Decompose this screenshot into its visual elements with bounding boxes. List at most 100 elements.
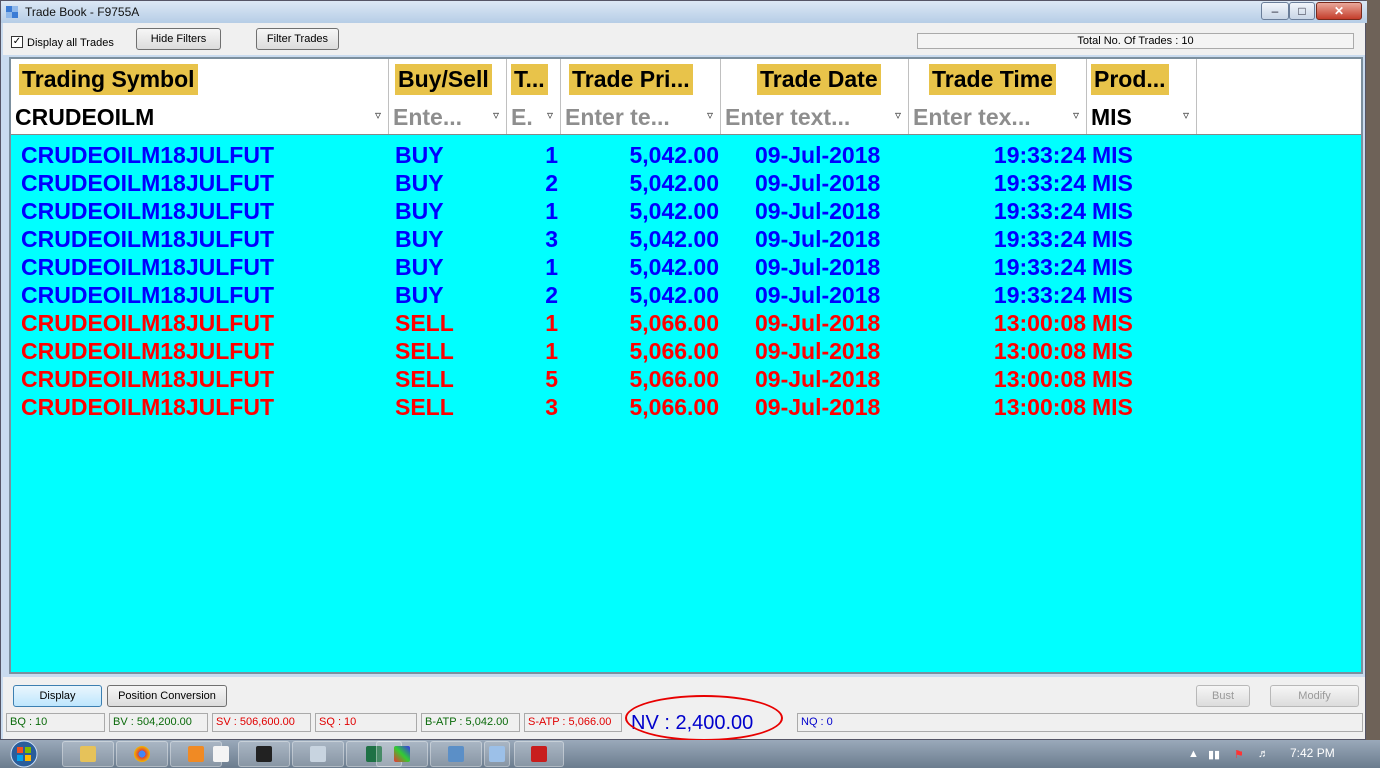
taskbar-chrome[interactable] [116, 741, 168, 767]
show-hidden-icon[interactable]: ▲ [1188, 748, 1199, 760]
taskbar-paint[interactable] [376, 741, 428, 767]
volume-icon[interactable]: ♬ [1258, 748, 1269, 760]
modify-button[interactable]: Modify [1270, 685, 1359, 707]
pdf-icon [531, 746, 547, 762]
display-button[interactable]: Display [13, 685, 102, 707]
column-header-trade-qty[interactable]: T... [507, 59, 561, 99]
taskbar-pdf[interactable] [514, 741, 564, 767]
title-bar[interactable]: Trade Book - F9755A – □ ✕ [1, 1, 1367, 23]
trading-symbol-cell: CRUDEOILM18JULFUT [21, 170, 275, 196]
table-row[interactable]: CRUDEOILM18JULFUT SELL 3 5,066.00 09-Jul-201… [11, 393, 1361, 421]
table-row[interactable]: CRUDEOILM18JULFUT BUY 2 5,042.00 09-Jul-2018… [11, 281, 1361, 309]
table-row[interactable]: CRUDEOILM18JULFUT BUY 1 5,042.00 09-Jul-2018… [11, 197, 1361, 225]
table-row[interactable]: CRUDEOILM18JULFUT SELL 1 5,066.00 09-Jul-201… [11, 309, 1361, 337]
table-row[interactable]: CRUDEOILM18JULFUT BUY 2 5,042.00 09-Jul-2018… [11, 169, 1361, 197]
filter-value[interactable]: CRUDEOILM [15, 103, 154, 131]
total-trades-count: Total No. Of Trades : 10 [917, 33, 1354, 49]
buy-sell-cell: BUY [395, 198, 444, 224]
filter-row: CRUDEOILM ▿ Ente... ▿ E. ▿ Enter te... ▿ Ent… [11, 99, 1361, 135]
table-row[interactable]: CRUDEOILM18JULFUT BUY 1 5,042.00 09-Jul-2018… [11, 253, 1361, 281]
close-button[interactable]: ✕ [1316, 2, 1362, 20]
trade-time-cell: 19:33:24 [993, 226, 1086, 252]
minimize-button[interactable]: – [1261, 2, 1289, 20]
trade-date-cell: 09-Jul-2018 [755, 366, 881, 392]
column-header-trade-date[interactable]: Trade Date [721, 59, 909, 99]
product-cell: MIS [1092, 338, 1133, 364]
column-header-trading-symbol[interactable]: Trading Symbol [11, 59, 389, 99]
action-center-icon[interactable]: ⚑ [1234, 748, 1244, 761]
display-all-trades-checkbox[interactable]: ✓ [11, 36, 23, 48]
trade-time-cell: 19:33:24 [993, 170, 1086, 196]
taskbar-explorer[interactable] [62, 741, 114, 767]
trade-qty-cell: 1 [545, 338, 558, 364]
status-sell-quantity: SQ : 10 [315, 713, 417, 732]
filter-value[interactable]: MIS [1091, 103, 1132, 131]
trade-time-cell: 13:00:08 [993, 310, 1086, 336]
start-button[interactable] [2, 740, 46, 768]
product-cell: MIS [1092, 366, 1133, 392]
network-icon[interactable]: ▮▮ [1208, 748, 1220, 761]
clock[interactable]: 7:42 PM [1290, 746, 1335, 760]
table-row[interactable]: CRUDEOILM18JULFUT BUY 3 5,042.00 09-Jul-2018… [11, 225, 1361, 253]
filter-trade-time[interactable]: Enter tex... ▿ [909, 99, 1087, 134]
filter-product[interactable]: MIS ▿ [1087, 99, 1197, 134]
filter-trade-price[interactable]: Enter te... ▿ [561, 99, 721, 134]
filter-placeholder[interactable]: Enter te... [565, 103, 670, 131]
filter-trading-symbol[interactable]: CRUDEOILM ▿ [11, 99, 389, 134]
filter-icon[interactable]: ▿ [702, 107, 718, 123]
trading-symbol-cell: CRUDEOILM18JULFUT [21, 142, 275, 168]
table-row[interactable]: CRUDEOILM18JULFUT SELL 1 5,066.00 09-Jul-201… [11, 337, 1361, 365]
taskbar-app[interactable] [430, 741, 482, 767]
filter-icon[interactable]: ▿ [542, 107, 558, 123]
taskbar-window[interactable] [484, 741, 510, 767]
filter-placeholder[interactable]: Ente... [393, 103, 462, 131]
taskbar-trading-app[interactable] [238, 741, 290, 767]
position-conversion-button[interactable]: Position Conversion [107, 685, 227, 707]
trade-qty-cell: 5 [545, 366, 558, 392]
trade-price-cell: 5,042.00 [629, 282, 719, 308]
filter-icon[interactable]: ▿ [1068, 107, 1084, 123]
column-header-product[interactable]: Prod... [1087, 59, 1197, 99]
filter-placeholder[interactable]: Enter text... [725, 103, 850, 131]
trade-grid: Trading Symbol Buy/Sell T... Trade Pri..… [9, 57, 1363, 674]
trade-book-window: Trade Book - F9755A – □ ✕ ✓ Display all … [0, 0, 1367, 740]
toolbar: ✓ Display all Trades Hide Filters Filter… [3, 23, 1365, 55]
filter-trade-qty[interactable]: E. ▿ [507, 99, 561, 134]
media-player-icon [188, 746, 204, 762]
filter-icon[interactable]: ▿ [1178, 107, 1194, 123]
product-cell: MIS [1092, 310, 1133, 336]
status-sell-atp: S-ATP : 5,066.00 [524, 713, 622, 732]
taskbar-calculator[interactable] [292, 741, 344, 767]
table-row[interactable]: CRUDEOILM18JULFUT SELL 5 5,066.00 09-Jul-201… [11, 365, 1361, 393]
status-sell-value: SV : 506,600.00 [212, 713, 311, 732]
trading-symbol-cell: CRUDEOILM18JULFUT [21, 282, 275, 308]
status-buy-quantity: BQ : 10 [6, 713, 105, 732]
window-title: Trade Book - F9755A [25, 5, 140, 19]
filter-icon[interactable]: ▿ [370, 107, 386, 123]
status-buy-atp: B-ATP : 5,042.00 [421, 713, 520, 732]
filter-trades-button[interactable]: Filter Trades [256, 28, 339, 50]
bust-button[interactable]: Bust [1196, 685, 1250, 707]
filter-placeholder[interactable]: Enter tex... [913, 103, 1031, 131]
trade-time-cell: 19:33:24 [993, 142, 1086, 168]
trade-price-cell: 5,042.00 [629, 226, 719, 252]
filter-buy-sell[interactable]: Ente... ▿ [389, 99, 507, 134]
hide-filters-button[interactable]: Hide Filters [136, 28, 221, 50]
column-header-trade-price[interactable]: Trade Pri... [561, 59, 721, 99]
trade-qty-cell: 1 [545, 254, 558, 280]
maximize-button[interactable]: □ [1289, 2, 1315, 20]
filter-trade-date[interactable]: Enter text... ▿ [721, 99, 909, 134]
trade-qty-cell: 1 [545, 310, 558, 336]
filter-icon[interactable]: ▿ [488, 107, 504, 123]
product-cell: MIS [1092, 394, 1133, 420]
trade-price-cell: 5,066.00 [629, 310, 719, 336]
table-row[interactable]: CRUDEOILM18JULFUT BUY 1 5,042.00 09-Jul-2018… [11, 141, 1361, 169]
column-header-trade-time[interactable]: Trade Time [909, 59, 1087, 99]
buy-sell-cell: BUY [395, 254, 444, 280]
taskbar-file[interactable] [210, 741, 232, 767]
trade-date-cell: 09-Jul-2018 [755, 310, 881, 336]
filter-placeholder[interactable]: E. [511, 103, 533, 131]
filter-icon[interactable]: ▿ [890, 107, 906, 123]
trade-time-cell: 19:33:24 [993, 198, 1086, 224]
column-header-buy-sell[interactable]: Buy/Sell [389, 59, 507, 99]
